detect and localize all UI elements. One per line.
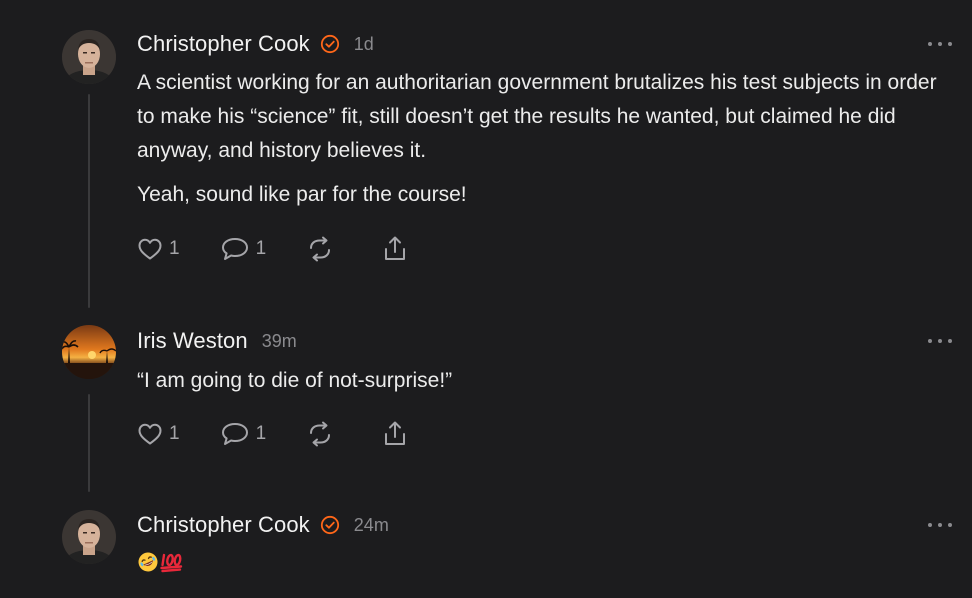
verified-badge-icon [320, 34, 340, 54]
timestamp[interactable]: 1d [354, 34, 374, 55]
share-icon [382, 420, 408, 448]
reply-button[interactable]: 1 [220, 236, 267, 262]
like-button[interactable]: 1 [137, 237, 180, 261]
comment-actions: 1 1 [137, 419, 408, 449]
restack-icon [306, 421, 334, 447]
timestamp[interactable]: 39m [262, 331, 297, 352]
author-name[interactable]: Christopher Cook [137, 31, 310, 57]
hundred-points-icon [160, 551, 184, 578]
author-name[interactable]: Iris Weston [137, 328, 248, 354]
avatar[interactable] [62, 510, 116, 564]
like-count: 1 [169, 423, 180, 444]
timestamp[interactable]: 24m [354, 515, 389, 536]
comment-header: Christopher Cook 24m [137, 510, 389, 540]
comment-paragraph: Yeah, sound like par for the course! [137, 183, 467, 206]
comment-bubble-icon [220, 421, 250, 447]
heart-icon [137, 237, 163, 261]
share-button[interactable] [382, 420, 408, 448]
like-count: 1 [169, 238, 180, 259]
thread-line [88, 394, 90, 492]
comment-header: Iris Weston 39m [137, 326, 297, 356]
comment-header: Christopher Cook 1d [137, 29, 374, 59]
heart-icon [137, 422, 163, 446]
comment-body: “I am going to die of not-surprise!” [137, 364, 937, 398]
comment-paragraph: “I am going to die of not-surprise!” [137, 369, 453, 392]
comment-body: A scientist working for an authoritarian… [137, 66, 937, 212]
restack-button[interactable] [306, 421, 334, 447]
author-name[interactable]: Christopher Cook [137, 512, 310, 538]
comment-bubble-icon [220, 236, 250, 262]
share-icon [382, 235, 408, 263]
reply-count: 1 [255, 238, 267, 259]
more-options-icon[interactable] [928, 520, 952, 530]
avatar[interactable] [62, 30, 116, 84]
avatar[interactable] [62, 325, 116, 379]
restack-button[interactable] [306, 236, 334, 262]
share-button[interactable] [382, 235, 408, 263]
comment-paragraph: A scientist working for an authoritarian… [137, 71, 937, 162]
comment-body [137, 551, 184, 578]
rolling-on-the-floor-laughing-icon [137, 551, 159, 578]
reply-button[interactable]: 1 [220, 421, 267, 447]
restack-icon [306, 236, 334, 262]
more-options-icon[interactable] [928, 336, 952, 346]
more-options-icon[interactable] [928, 39, 952, 49]
verified-badge-icon [320, 515, 340, 535]
reply-count: 1 [255, 423, 267, 444]
comment-actions: 1 1 [137, 234, 408, 264]
like-button[interactable]: 1 [137, 422, 180, 446]
thread-line [88, 94, 90, 308]
